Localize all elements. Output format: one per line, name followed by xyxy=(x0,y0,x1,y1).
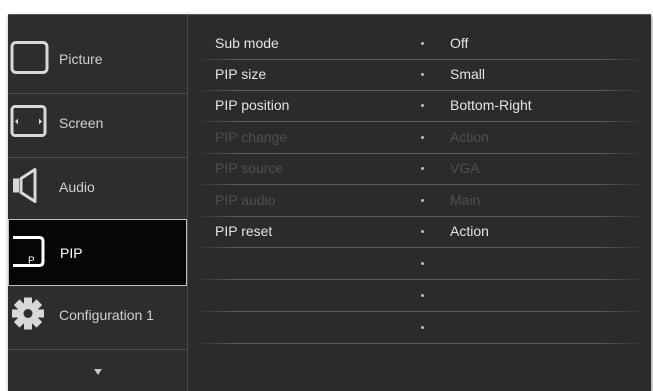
row-value: Off xyxy=(450,35,469,51)
divider xyxy=(194,343,645,344)
pip-icon: P xyxy=(11,231,51,274)
sidebar-item-screen[interactable]: Screen xyxy=(8,91,187,155)
row-name: PIP source xyxy=(215,160,284,176)
divider xyxy=(194,121,645,122)
osd-menu: Picture Screen Audio P PIP Configuration… xyxy=(8,14,651,391)
sidebar: Picture Screen Audio P PIP Configuration… xyxy=(8,15,188,391)
picture-icon xyxy=(10,38,50,81)
sidebar-item-label: PIP xyxy=(60,244,83,261)
row-name: PIP audio xyxy=(215,192,276,208)
bullet-icon xyxy=(421,73,424,76)
bullet-icon xyxy=(421,230,424,233)
row-name: PIP size xyxy=(215,66,267,82)
bullet-icon xyxy=(421,199,424,202)
screen-icon xyxy=(10,102,50,145)
bullet-icon xyxy=(421,262,424,265)
divider xyxy=(194,311,645,312)
sidebar-item-pip[interactable]: P PIP xyxy=(8,219,187,286)
row-name: PIP position xyxy=(215,97,290,113)
gear-icon xyxy=(10,294,50,337)
row-value: Action xyxy=(450,223,489,239)
sidebar-item-configuration-1[interactable]: Configuration 1 xyxy=(8,283,187,347)
bullet-icon xyxy=(421,326,424,329)
menu-row-pip-change: PIP change Action xyxy=(188,123,651,154)
menu-row-pip-audio: PIP audio Main xyxy=(188,186,651,217)
menu-row-sub-mode[interactable]: Sub mode Off xyxy=(188,29,651,60)
menu-row-pip-reset[interactable]: PIP reset Action xyxy=(188,217,651,248)
row-value: Small xyxy=(450,66,486,82)
sidebar-item-label: Screen xyxy=(59,115,104,131)
menu-row-empty xyxy=(188,281,651,312)
divider xyxy=(194,184,645,185)
bullet-icon xyxy=(421,42,424,45)
row-value: Action xyxy=(450,129,489,145)
divider xyxy=(194,279,645,280)
submenu-pip: Sub mode Off PIP size Small PIP position… xyxy=(188,15,651,391)
menu-row-pip-position[interactable]: PIP position Bottom-Right xyxy=(188,91,651,122)
row-name: PIP change xyxy=(215,129,288,145)
sidebar-item-picture[interactable]: Picture xyxy=(8,27,187,91)
pip-icon-letter: P xyxy=(28,255,35,266)
row-value: Main xyxy=(450,192,481,208)
audio-icon xyxy=(10,166,50,209)
row-name: PIP reset xyxy=(215,223,273,239)
row-value: Bottom-Right xyxy=(450,97,532,113)
menu-row-empty xyxy=(188,249,651,280)
divider xyxy=(8,349,187,350)
row-value: VGA xyxy=(450,160,480,176)
bullet-icon xyxy=(421,294,424,297)
menu-row-pip-size[interactable]: PIP size Small xyxy=(188,60,651,91)
row-name: Sub mode xyxy=(215,35,279,51)
menu-row-empty xyxy=(188,313,651,344)
sidebar-item-label: Audio xyxy=(59,179,95,195)
bullet-icon xyxy=(421,136,424,139)
bullet-icon xyxy=(421,104,424,107)
sidebar-item-label: Picture xyxy=(59,51,103,67)
menu-row-pip-source: PIP source VGA xyxy=(188,154,651,185)
sidebar-item-label: Configuration 1 xyxy=(59,307,154,323)
bullet-icon xyxy=(421,167,424,170)
divider xyxy=(194,247,645,248)
chevron-down-icon[interactable] xyxy=(94,369,102,375)
sidebar-item-audio[interactable]: Audio xyxy=(8,155,187,219)
